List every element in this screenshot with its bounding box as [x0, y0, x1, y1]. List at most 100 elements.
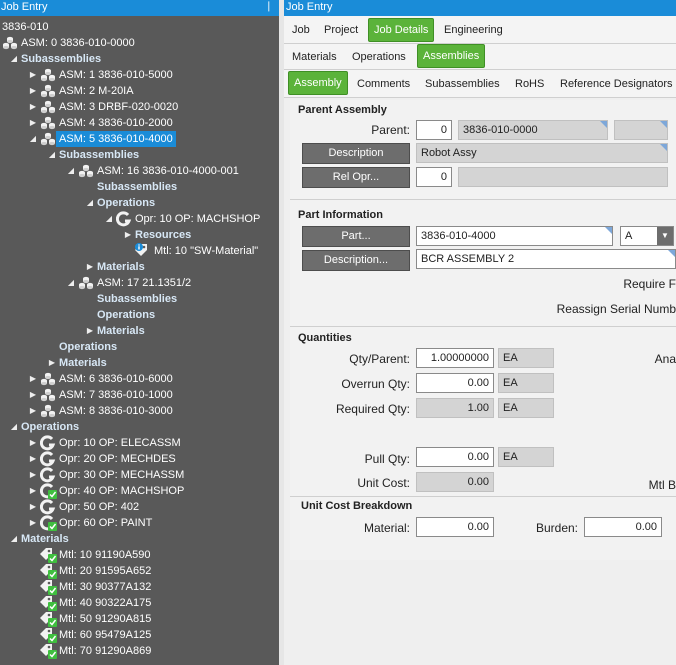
pin-icon[interactable]: ❘: [265, 1, 273, 12]
collapse-arrow-icon[interactable]: ◢: [104, 211, 114, 227]
tree-node[interactable]: Mtl: 70 91290A869: [0, 643, 279, 659]
expand-arrow-icon[interactable]: ▶: [28, 435, 38, 451]
material-issued-icon: [40, 563, 57, 579]
tree-node[interactable]: Operations: [0, 339, 279, 355]
expand-arrow-icon[interactable]: ▶: [28, 467, 38, 483]
tree-pane[interactable]: Job Entry ❘ 3836-010 ASM: 0 3836-010-0000…: [0, 0, 279, 665]
tree-node[interactable]: ◢ Subassemblies: [0, 147, 279, 163]
tree-node[interactable]: ▶ ASM: 6 3836-010-6000: [0, 371, 279, 387]
tree-node[interactable]: Operations: [0, 307, 279, 323]
tree-node[interactable]: ▶ Opr: 20 OP: MECHDES: [0, 451, 279, 467]
tree-node[interactable]: Mtl: 30 90377A132: [0, 579, 279, 595]
collapse-arrow-icon[interactable]: ◢: [47, 147, 57, 163]
revision-dropdown[interactable]: A ▼: [620, 226, 674, 246]
tree-node[interactable]: ◢ Subassemblies: [0, 51, 279, 67]
tree-node[interactable]: ◢ Materials: [0, 531, 279, 547]
tab-job-details[interactable]: Job Details: [368, 18, 435, 42]
tree-node[interactable]: ▶ Opr: 10 OP: ELECASSM: [0, 435, 279, 451]
collapse-arrow-icon[interactable]: ◢: [9, 531, 19, 547]
expand-arrow-icon[interactable]: ▶: [28, 115, 38, 131]
tree-node[interactable]: ◢ Operations: [0, 419, 279, 435]
expand-arrow-icon[interactable]: ▶: [28, 67, 38, 83]
tree-node[interactable]: ◢ ASM: 5 3836-010-4000: [0, 131, 279, 147]
parent-seq-field[interactable]: 0: [416, 120, 452, 140]
tab-comments[interactable]: Comments: [357, 74, 410, 95]
tab-subassemblies[interactable]: Subassemblies: [425, 74, 500, 95]
expand-arrow-icon[interactable]: ▶: [123, 227, 133, 243]
rel-opr-field[interactable]: 0: [416, 167, 452, 187]
tree-node[interactable]: ▶ ASM: 1 3836-010-5000: [0, 67, 279, 83]
pull-qty-field[interactable]: 0.00: [416, 447, 494, 467]
tree-node[interactable]: Mtl: 20 91595A652: [0, 563, 279, 579]
tab-reference-designators[interactable]: Reference Designators: [560, 74, 673, 95]
tree-node[interactable]: ▶ Materials: [0, 259, 279, 275]
expand-arrow-icon[interactable]: ▶: [28, 403, 38, 419]
expand-arrow-icon[interactable]: ▶: [28, 483, 38, 499]
tree-node[interactable]: Subassemblies: [0, 179, 279, 195]
tab-engineering[interactable]: Engineering: [444, 20, 503, 41]
tab-assemblies[interactable]: Assemblies: [417, 44, 486, 68]
tree-node[interactable]: Mtl: 10 91190A590: [0, 547, 279, 563]
expand-arrow-icon[interactable]: ▶: [85, 259, 95, 275]
tree-node[interactable]: ▶ Opr: 30 OP: MECHASSM: [0, 467, 279, 483]
tree-node[interactable]: ▶ ASM: 3 DRBF-020-0020: [0, 99, 279, 115]
tree-node[interactable]: ◢ Opr: 10 OP: MACHSHOP: [0, 211, 279, 227]
expand-arrow-icon[interactable]: ▶: [85, 323, 95, 339]
part-description-button[interactable]: Description...: [302, 250, 410, 271]
tree-node-label: Subassemblies: [97, 181, 178, 193]
part-description-field[interactable]: BCR ASSEMBLY 2: [416, 249, 676, 269]
rel-opr-button[interactable]: Rel Opr...: [302, 167, 410, 188]
tree-node[interactable]: Mtl: 50 91290A815: [0, 611, 279, 627]
tree-node[interactable]: ◢ ASM: 16 3836-010-4000-001: [0, 163, 279, 179]
qty-parent-field[interactable]: 1.00000000: [416, 348, 494, 368]
tab-assembly[interactable]: Assembly: [288, 71, 348, 95]
expand-arrow-icon[interactable]: ▶: [28, 499, 38, 515]
tree-node[interactable]: Mtl: 10 "SW-Material": [0, 243, 279, 259]
tree-node[interactable]: ▶ Materials: [0, 323, 279, 339]
chevron-down-icon[interactable]: ▼: [657, 227, 673, 245]
tree-node[interactable]: ▶ Opr: 60 OP: PAINT: [0, 515, 279, 531]
expand-arrow-icon[interactable]: ▶: [28, 371, 38, 387]
part-button[interactable]: Part...: [302, 226, 410, 247]
tree-node[interactable]: ◢ Operations: [0, 195, 279, 211]
expand-arrow-icon[interactable]: ▶: [47, 355, 57, 371]
tree-node[interactable]: ASM: 0 3836-010-0000: [0, 35, 279, 51]
tab-operations[interactable]: Operations: [352, 47, 406, 68]
tab-job[interactable]: Job: [292, 20, 310, 41]
collapse-arrow-icon[interactable]: ◢: [28, 131, 38, 147]
tree-node[interactable]: Mtl: 60 95479A125: [0, 627, 279, 643]
expand-arrow-icon[interactable]: ▶: [28, 83, 38, 99]
tree-node[interactable]: Subassemblies: [0, 291, 279, 307]
tree-node[interactable]: ▶ Materials: [0, 355, 279, 371]
tree-node[interactable]: ◢ ASM: 17 21.1351/2: [0, 275, 279, 291]
tree-node[interactable]: ▶ ASM: 4 3836-010-2000: [0, 115, 279, 131]
assembly-icon: [78, 163, 94, 179]
overrun-qty-field[interactable]: 0.00: [416, 373, 494, 393]
expand-arrow-icon[interactable]: ▶: [28, 515, 38, 531]
expand-arrow-icon[interactable]: ▶: [28, 99, 38, 115]
tree-node[interactable]: ▶ Opr: 40 OP: MACHSHOP: [0, 483, 279, 499]
tree-node[interactable]: ▶ ASM: 8 3836-010-3000: [0, 403, 279, 419]
tab-project[interactable]: Project: [324, 20, 358, 41]
tree-node[interactable]: Mtl: 40 90322A175: [0, 595, 279, 611]
collapse-arrow-icon[interactable]: ◢: [85, 195, 95, 211]
description-button[interactable]: Description: [302, 143, 410, 164]
collapse-arrow-icon[interactable]: ◢: [66, 275, 76, 291]
part-number-field[interactable]: 3836-010-4000: [416, 226, 613, 246]
expand-arrow-icon[interactable]: ▶: [28, 451, 38, 467]
tab-rohs[interactable]: RoHS: [515, 74, 544, 95]
operation-icon: [115, 211, 132, 227]
burden-cost-field[interactable]: 0.00: [584, 517, 662, 537]
material-cost-field[interactable]: 0.00: [416, 517, 494, 537]
collapse-arrow-icon[interactable]: ◢: [9, 419, 19, 435]
tree-node[interactable]: ▶ Opr: 50 OP: 402: [0, 499, 279, 515]
collapse-arrow-icon[interactable]: ◢: [9, 51, 19, 67]
tree-node[interactable]: ▶ ASM: 2 M-20IA: [0, 83, 279, 99]
tree-node[interactable]: ▶ Resources: [0, 227, 279, 243]
collapse-arrow-icon[interactable]: ◢: [66, 163, 76, 179]
tree-node[interactable]: ▶ ASM: 7 3836-010-1000: [0, 387, 279, 403]
tab-materials[interactable]: Materials: [292, 47, 337, 68]
tree-node-label: Opr: 30 OP: MECHASSM: [59, 469, 185, 481]
expand-arrow-icon[interactable]: ▶: [28, 387, 38, 403]
tree-node[interactable]: 3836-010: [0, 19, 279, 35]
